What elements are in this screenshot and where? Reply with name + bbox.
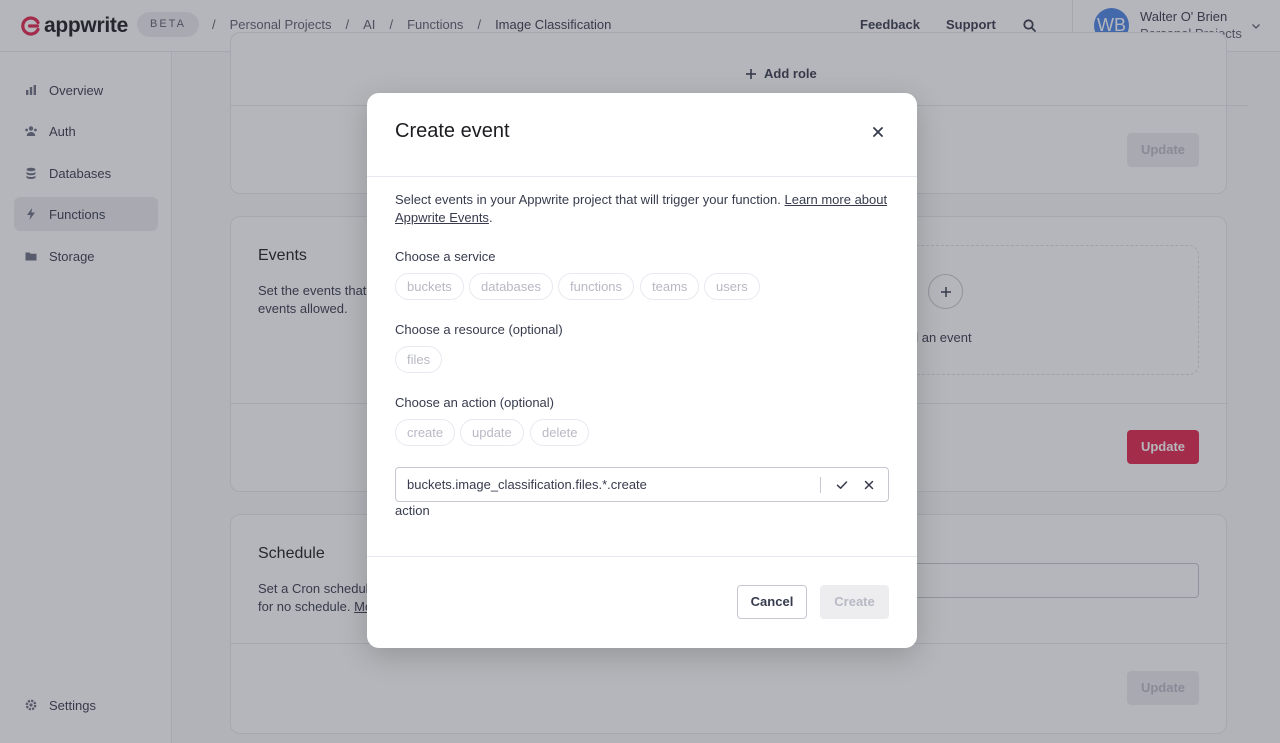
create-event-modal: Create event Select events in your Appwr… [367,93,917,648]
service-pill-databases[interactable]: databases [469,273,553,300]
modal-intro: Select events in your Appwrite project t… [395,191,890,227]
event-input-hint: action [395,503,430,518]
intro-period: . [488,210,493,225]
service-pill-users[interactable]: users [704,273,760,300]
event-input[interactable]: buckets.image_classification.files.*.cre… [395,467,889,502]
service-pill-buckets[interactable]: buckets [395,273,464,300]
close-icon[interactable] [869,123,887,141]
modal-title: Create event [395,120,510,142]
action-label: Choose an action (optional) [395,395,554,410]
modal-header-divider [367,176,917,177]
action-pill-delete[interactable]: delete [530,419,590,446]
service-pill-teams[interactable]: teams [640,273,700,300]
service-pill-functions[interactable]: functions [558,273,635,300]
action-pill-update[interactable]: update [460,419,524,446]
resource-label: Choose a resource (optional) [395,322,563,337]
intro-text: Select events in your Appwrite project t… [395,192,781,207]
resource-pill-files[interactable]: files [395,346,443,373]
close-icon[interactable] [862,478,876,492]
cancel-button[interactable]: Cancel [737,585,807,619]
check-icon[interactable] [835,478,849,492]
learn-more-link[interactable]: Learn more about [784,192,887,207]
input-separator [820,477,821,493]
action-pill-create[interactable]: create [395,419,456,446]
service-label: Choose a service [395,249,496,264]
event-input-value[interactable]: buckets.image_classification.files.*.cre… [407,477,647,492]
appwrite-events-link[interactable]: Appwrite Events [395,210,489,225]
modal-footer-divider [367,556,917,557]
create-button[interactable]: Create [820,585,889,619]
